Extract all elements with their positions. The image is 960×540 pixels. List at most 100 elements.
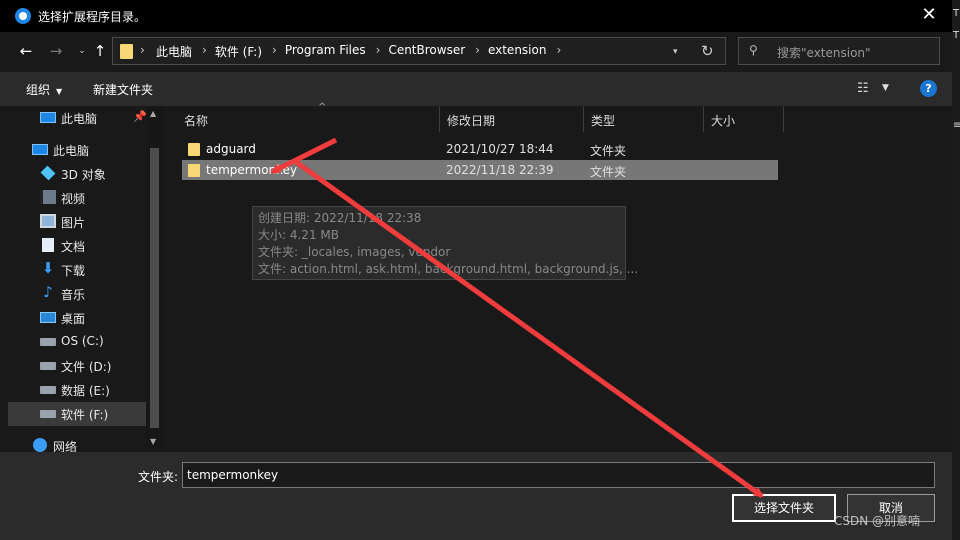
sidebar-item-network[interactable]: 网络 (0, 434, 146, 452)
folder-info-tooltip: 创建日期: 2022/11/18 22:38 大小: 4.21 MB 文件夹: … (252, 206, 638, 280)
sidebar-item-downloads[interactable]: ⬇ 下载 (0, 258, 146, 282)
folder-icon (120, 44, 133, 59)
breadcrumb: 此电脑 › 软件 (F:) › Program Files › CentBrow… (156, 43, 569, 60)
navigation-bar: ← → ⌄ ↑ › 此电脑 › 软件 (F:) › Program Files … (0, 32, 952, 72)
address-bar[interactable]: › 此电脑 › 软件 (F:) › Program Files › CentBr… (112, 37, 726, 65)
scroll-down-icon[interactable]: ▼ (150, 437, 156, 446)
sidebar-item-drive-f[interactable]: 软件 (F:) (8, 402, 146, 426)
close-icon[interactable]: ✕ (918, 3, 940, 27)
sidebar-item-drive-c[interactable]: OS (C:) (0, 330, 146, 354)
sidebar-item-pictures[interactable]: 图片 (0, 210, 146, 234)
tooltip-size: 大小: 4.21 MB (258, 228, 339, 242)
search-placeholder: 搜索"extension" (777, 46, 871, 60)
sidebar-item-drive-d[interactable]: 文件 (D:) (0, 354, 146, 378)
sidebar-item-desktop[interactable]: 桌面 (0, 306, 146, 330)
sidebar-item-label: 3D 对象 (61, 168, 106, 182)
search-input[interactable]: ⚲ 搜索"extension" (738, 37, 940, 65)
chevron-right-icon[interactable]: › (475, 43, 480, 60)
dialog-footer: 文件夹: tempermonkey 选择文件夹 取消 (0, 452, 952, 540)
tooltip-files: 文件: action.html, ask.html, background.ht… (258, 262, 639, 276)
folder-icon (188, 143, 200, 156)
sidebar-item-label: 桌面 (61, 312, 86, 326)
up-arrow-icon[interactable]: ↑ (90, 41, 110, 61)
drive-icon (40, 386, 56, 394)
scroll-up-icon[interactable]: ▲ (150, 109, 156, 118)
column-header-label: 修改日期 (447, 114, 496, 128)
sidebar-item-label: 此电脑 (61, 112, 98, 126)
folder-icon (188, 164, 200, 177)
tooltip-created: 创建日期: 2022/11/18 22:38 (258, 211, 422, 225)
sidebar-item-3d-objects[interactable]: 3D 对象 (0, 162, 146, 186)
table-row-selected[interactable]: tempermonkey 2022/11/18 22:39 文件夹 (182, 160, 778, 180)
back-arrow-icon[interactable]: ← (16, 41, 36, 61)
music-icon: ♪ (43, 283, 53, 301)
sidebar-item-documents[interactable]: 文档 (0, 234, 146, 258)
drive-icon (40, 338, 56, 346)
column-header-type[interactable]: 类型 (584, 106, 704, 132)
sidebar-item-label: 文件 (D:) (61, 360, 112, 374)
chevron-right-icon[interactable]: › (202, 43, 207, 60)
column-header-label: 大小 (711, 114, 736, 128)
column-header-date[interactable]: 修改日期 (440, 106, 584, 132)
column-header-label: 名称 (184, 114, 209, 128)
file-type: 文件夹 (590, 165, 627, 179)
tooltip-folders: 文件夹: _locales, images, vendor (258, 245, 451, 259)
sidebar-item-label: 音乐 (61, 288, 86, 302)
new-folder-button[interactable]: 新建文件夹 (93, 81, 153, 98)
folder-name-input[interactable]: tempermonkey (182, 462, 935, 488)
breadcrumb-extension[interactable]: extension (488, 43, 547, 60)
sidebar-item-drive-e[interactable]: 数据 (E:) (0, 378, 146, 402)
file-date: 2021/10/27 18:44 (446, 142, 554, 156)
sidebar-item-label: 文档 (61, 240, 86, 254)
address-history-chevron-icon[interactable]: ▾ (673, 47, 678, 57)
forward-arrow-icon[interactable]: → (46, 41, 66, 61)
search-icon: ⚲ (749, 43, 758, 57)
video-icon (40, 190, 56, 204)
chevron-down-icon[interactable]: ▼ (882, 83, 889, 93)
breadcrumb-drive-f[interactable]: 软件 (F:) (215, 43, 262, 60)
table-row[interactable]: adguard 2021/10/27 18:44 文件夹 (182, 139, 778, 159)
sort-ascending-icon: ^ (318, 102, 327, 113)
chevron-right-icon[interactable]: › (272, 43, 277, 60)
chevron-right-icon[interactable]: › (556, 43, 561, 60)
file-date: 2022/11/18 22:39 (446, 163, 554, 177)
breadcrumb-this-pc[interactable]: 此电脑 (156, 43, 192, 60)
chevron-right-icon[interactable]: › (140, 43, 145, 57)
sidebar-item-label: OS (C:) (61, 334, 104, 348)
sidebar-item-this-pc[interactable]: 此电脑 (0, 138, 146, 162)
computer-icon (32, 144, 48, 155)
window-title: 选择扩展程序目录。 (38, 10, 147, 24)
file-type: 文件夹 (590, 144, 627, 158)
watermark: CSDN @别意喃 (834, 514, 921, 528)
sidebar-item-music[interactable]: ♪ 音乐 (0, 282, 146, 306)
sidebar-item-label: 数据 (E:) (61, 384, 110, 398)
breadcrumb-centbrowser[interactable]: CentBrowser (388, 43, 465, 60)
column-header-size[interactable]: 大小 (704, 106, 784, 132)
select-folder-button[interactable]: 选择文件夹 (732, 494, 836, 522)
desktop-icon (40, 312, 56, 323)
refresh-icon[interactable]: ↻ (701, 42, 714, 60)
navigation-pane: 此电脑 📌 此电脑 3D 对象 视频 图片 文档 ⬇ 下载 ♪ 音乐 桌面 OS… (0, 106, 163, 452)
pin-icon[interactable]: 📌 (133, 110, 147, 123)
scrollbar-thumb[interactable] (150, 148, 159, 428)
recent-locations-chevron-icon[interactable]: ⌄ (72, 41, 92, 61)
title-bar: 选择扩展程序目录。 ✕ (0, 0, 952, 32)
organize-button[interactable]: 组织 ▼ (26, 81, 62, 98)
sidebar-item-label: 视频 (61, 192, 86, 206)
view-options-icon[interactable]: ☷ (857, 81, 869, 96)
file-dialog: ← → ⌄ ↑ › 此电脑 › 软件 (F:) › Program Files … (0, 32, 952, 540)
folder-name-label: 文件夹: (138, 470, 179, 484)
sidebar-item-quick-this-pc[interactable]: 此电脑 📌 (0, 106, 147, 130)
sidebar-scrollbar[interactable]: ▲ ▼ (146, 106, 163, 452)
drive-icon (40, 362, 56, 370)
command-bar: 组织 ▼ 新建文件夹 ☷ ▼ ? (0, 72, 952, 106)
help-icon[interactable]: ? (920, 80, 937, 97)
sidebar-item-videos[interactable]: 视频 (0, 186, 146, 210)
breadcrumb-program-files[interactable]: Program Files (285, 43, 366, 60)
sidebar-item-label: 此电脑 (53, 144, 90, 158)
3d-objects-icon (40, 165, 56, 181)
chevron-right-icon[interactable]: › (376, 43, 381, 60)
file-name: adguard (206, 142, 256, 156)
column-header-name[interactable]: ^ 名称 (177, 102, 440, 132)
sidebar-item-label: 软件 (F:) (61, 408, 109, 422)
